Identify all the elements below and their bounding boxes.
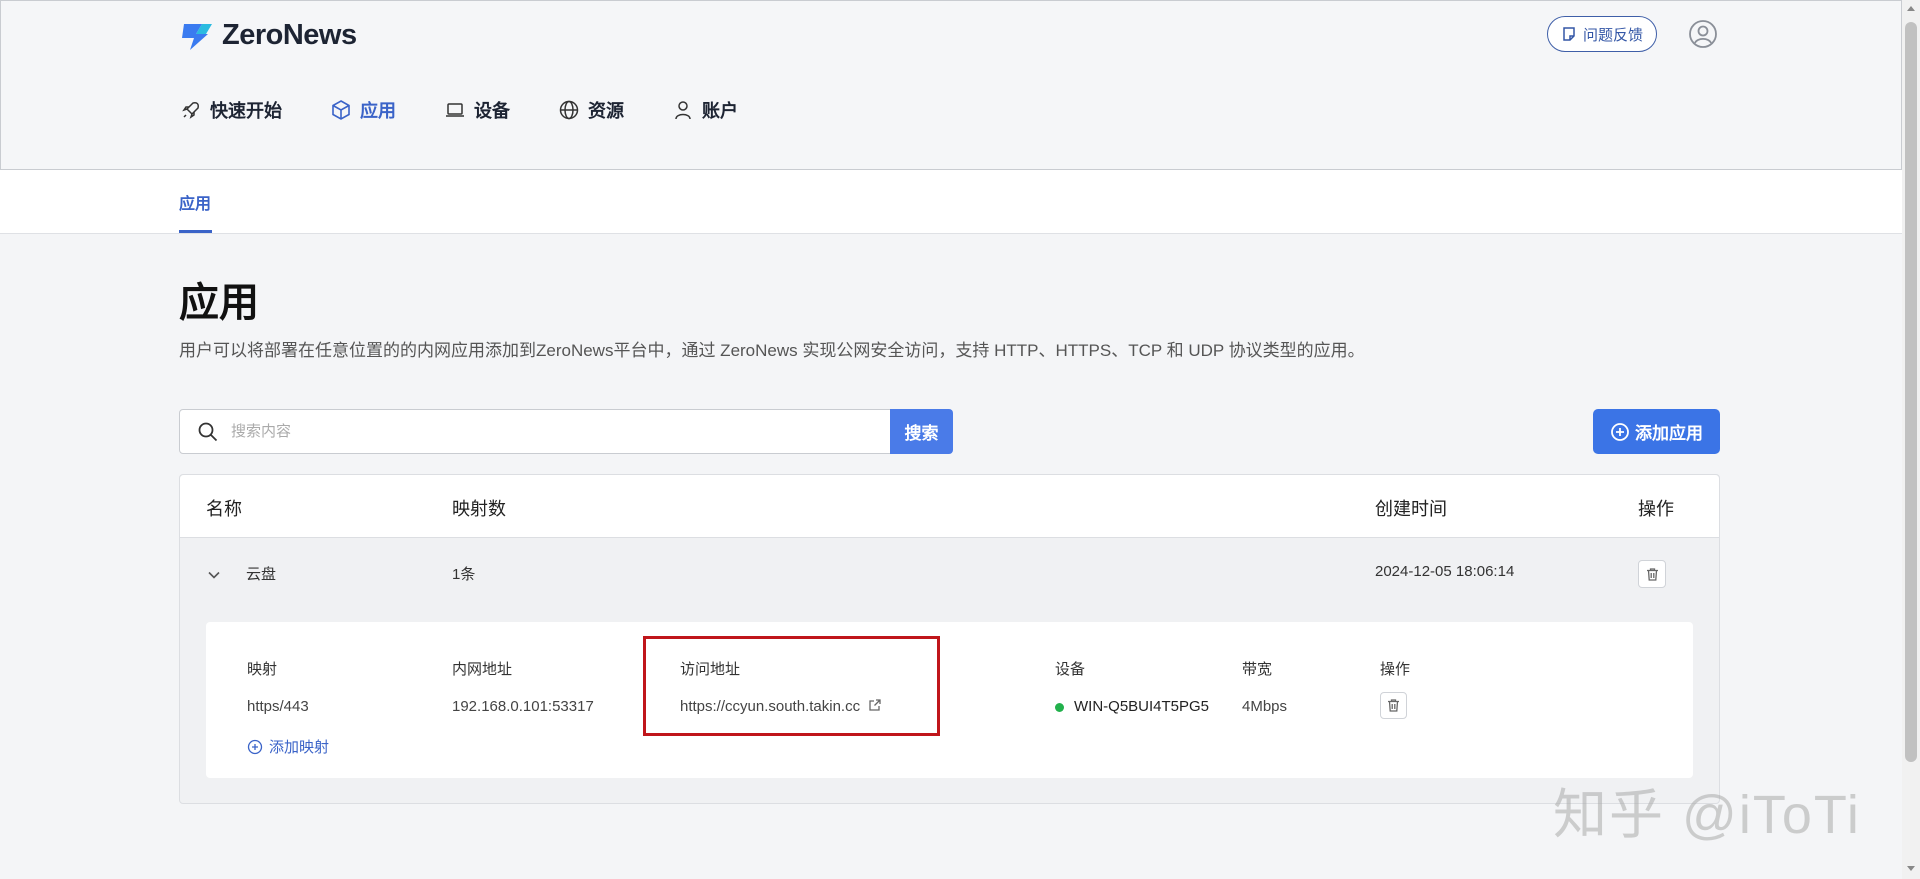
laptop-icon [446, 103, 464, 117]
nav-label: 快速开始 [210, 101, 282, 121]
nav-apps[interactable]: 应用 [330, 97, 396, 123]
globe-icon [559, 100, 579, 120]
nav-label: 应用 [360, 101, 396, 121]
add-mapping-label: 添加映射 [269, 739, 330, 756]
active-tab-indicator [179, 230, 212, 233]
scroll-down-arrow-icon[interactable] [1907, 866, 1915, 871]
feedback-label: 问题反馈 [1582, 26, 1643, 44]
detail-header-mapping: 映射 [247, 661, 278, 678]
mapping-protocol: https/443 [247, 698, 309, 715]
user-avatar-icon[interactable] [1688, 19, 1718, 49]
nav-label: 账户 [702, 101, 738, 121]
delete-mapping-button[interactable] [1380, 692, 1407, 719]
trash-icon [1646, 567, 1658, 581]
tab-apps[interactable]: 应用 [179, 190, 211, 214]
mapping-detail-panel: 映射 内网地址 访问地址 设备 带宽 操作 https/443 192.168.… [206, 622, 1693, 778]
nav-label: 资源 [588, 101, 624, 121]
detail-header-bandwidth: 带宽 [1242, 661, 1273, 678]
search-input[interactable] [231, 423, 831, 440]
user-icon [675, 101, 691, 120]
nav-devices[interactable]: 设备 [444, 97, 510, 123]
detail-header-device: 设备 [1055, 661, 1086, 678]
chevron-down-icon[interactable] [207, 568, 221, 582]
highlight-annotation [643, 636, 940, 736]
nav-resources[interactable]: 资源 [558, 97, 624, 123]
vertical-scrollbar[interactable] [1902, 0, 1920, 879]
brand-name: ZeroNews [222, 19, 357, 51]
column-header-mappings: 映射数 [452, 499, 506, 519]
detail-header-lan-address: 内网地址 [452, 661, 513, 678]
delete-app-button[interactable] [1638, 560, 1666, 588]
page-title: 应用 [179, 281, 259, 325]
zeronews-logo-icon [182, 23, 212, 50]
scroll-up-arrow-icon[interactable] [1907, 6, 1915, 11]
search-icon [198, 422, 218, 441]
add-app-button[interactable]: 添加应用 [1593, 409, 1720, 454]
app-name: 云盘 [246, 566, 277, 583]
table-header: 名称 映射数 创建时间 操作 [180, 475, 1719, 538]
table-row: 云盘 1条 2024-12-05 18:06:14 [180, 538, 1719, 618]
lan-address: 192.168.0.101:53317 [452, 698, 594, 715]
created-time: 2024-12-05 18:06:14 [1375, 563, 1515, 580]
column-header-actions: 操作 [1638, 499, 1674, 519]
note-icon [1563, 27, 1575, 41]
device-cell: WIN-Q5BUI4T5PG5 [1055, 698, 1209, 715]
nav-label: 设备 [474, 101, 510, 121]
column-header-created: 创建时间 [1375, 499, 1447, 519]
top-header: ZeroNews 问题反馈 快速开始 应用 设备 资源 账户 [0, 0, 1902, 170]
detail-header-actions: 操作 [1380, 661, 1411, 678]
nav-account[interactable]: 账户 [672, 97, 738, 123]
rocket-icon [182, 102, 199, 119]
mapping-count: 1条 [452, 566, 476, 583]
add-app-label: 添加应用 [1635, 424, 1703, 443]
sub-tab-bar: 应用 [0, 170, 1902, 234]
search-box [179, 409, 891, 454]
feedback-button[interactable]: 问题反馈 [1547, 16, 1657, 52]
brand-logo[interactable]: ZeroNews [180, 19, 357, 52]
apps-table: 名称 映射数 创建时间 操作 云盘 1条 2024-12-05 18:06:14… [179, 474, 1720, 804]
plus-circle-icon [247, 739, 263, 754]
add-mapping-button[interactable]: 添加映射 [247, 736, 329, 757]
column-header-name: 名称 [206, 499, 242, 519]
trash-icon [1388, 699, 1399, 712]
scrollbar-thumb[interactable] [1905, 22, 1917, 762]
plus-circle-icon [1611, 422, 1629, 441]
nav-quick-start[interactable]: 快速开始 [180, 97, 282, 123]
page-description: 用户可以将部署在任意位置的的内网应用添加到ZeroNews平台中，通过 Zero… [179, 341, 1365, 360]
watermark: 知乎 @iToTi [1553, 785, 1861, 845]
device-online-status [1055, 702, 1064, 712]
bandwidth: 4Mbps [1242, 698, 1288, 715]
main-nav: 快速开始 应用 设备 资源 账户 [180, 97, 786, 123]
device-name: WIN-Q5BUI4T5PG5 [1074, 698, 1210, 715]
search-button[interactable]: 搜索 [890, 409, 953, 454]
cube-icon [332, 100, 350, 120]
